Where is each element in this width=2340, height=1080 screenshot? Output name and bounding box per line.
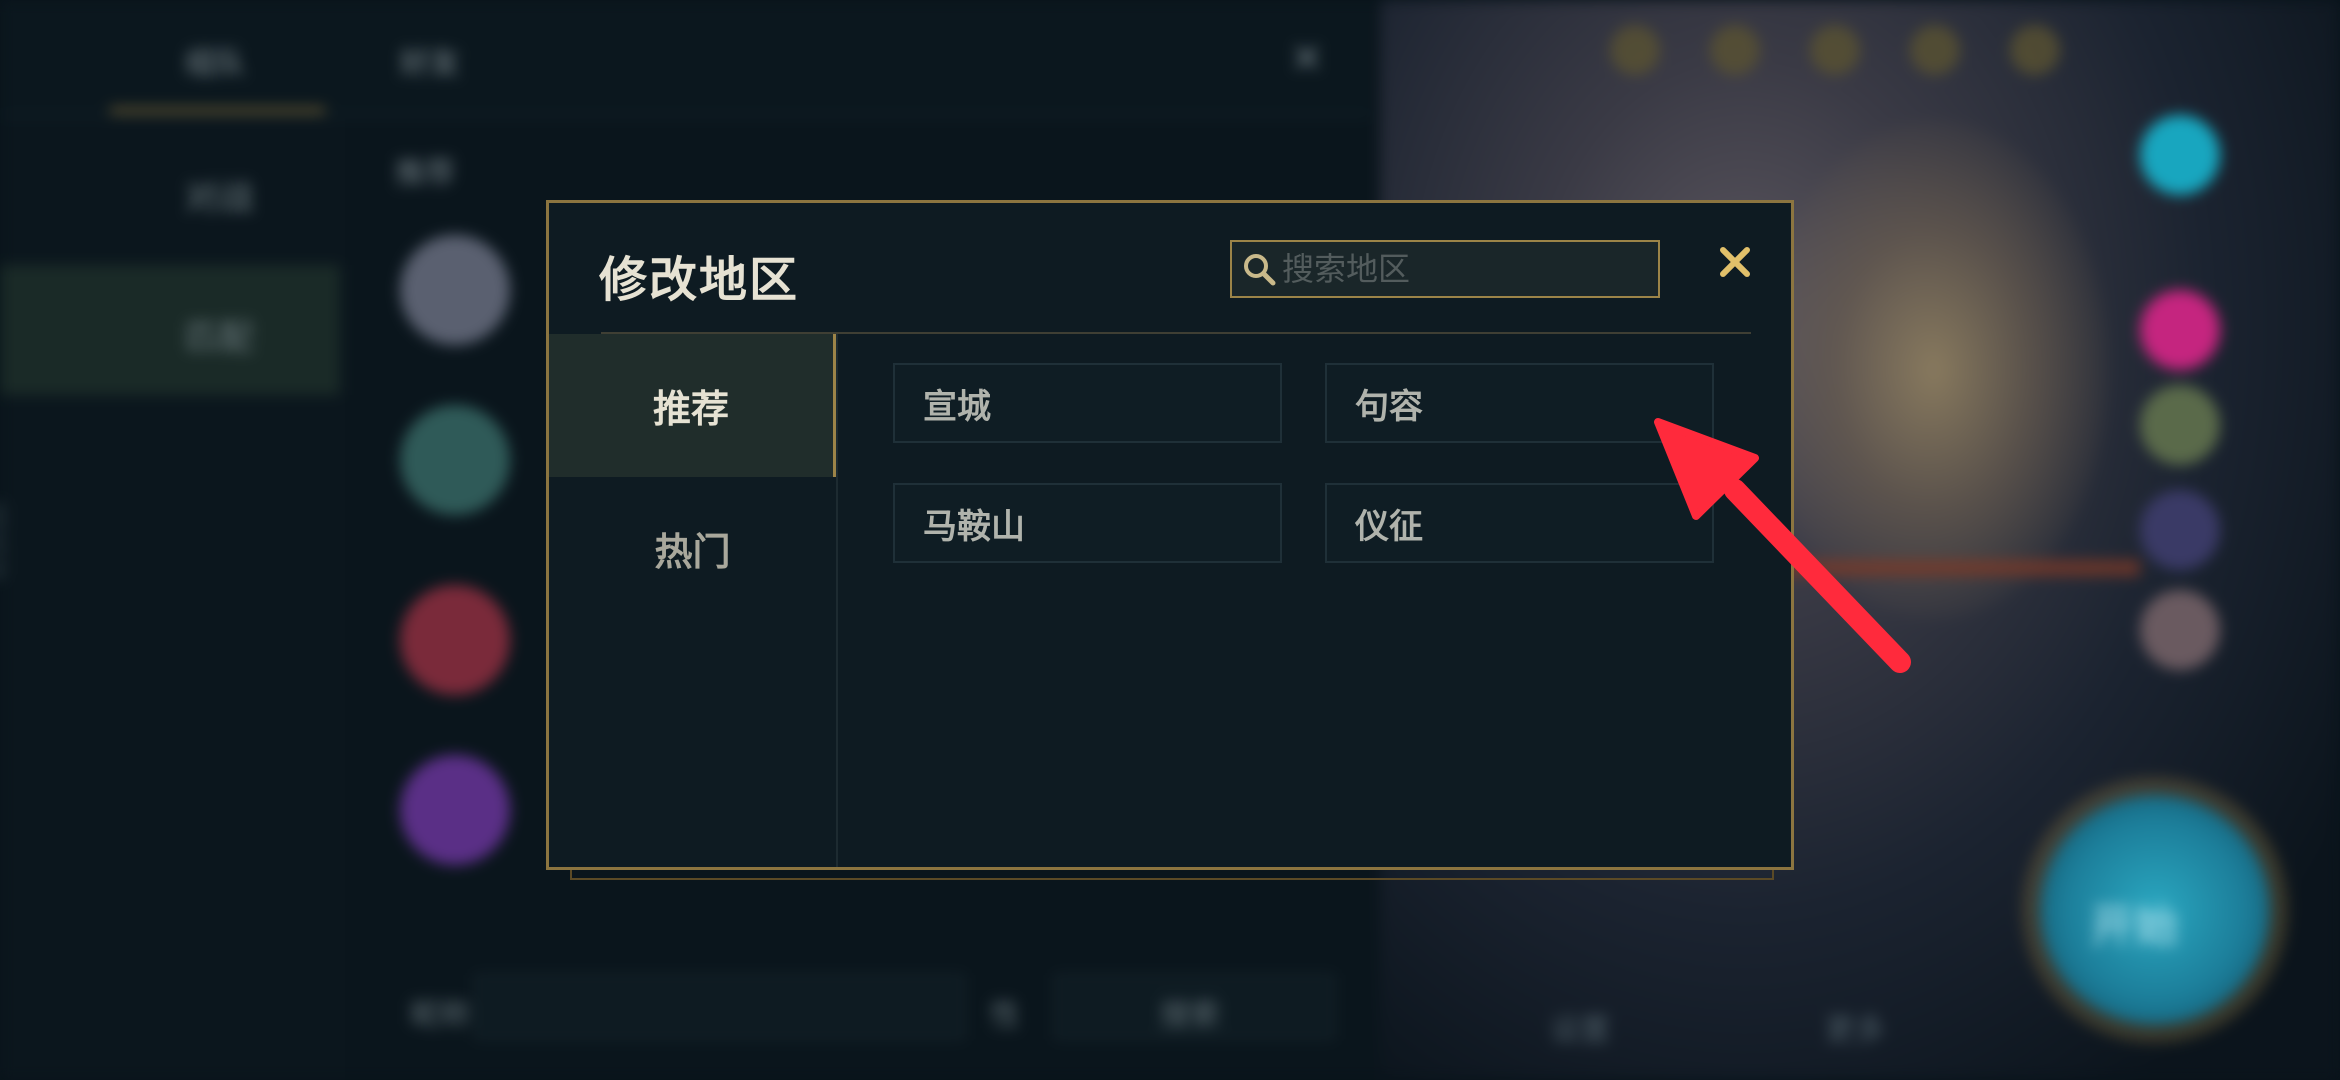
background-top-icon — [1610, 25, 1660, 75]
background-bottom-text: 更多 — [1825, 1013, 1885, 1048]
region-search-input[interactable] — [1276, 250, 1687, 288]
background-tab-underline — [110, 108, 325, 113]
background-top-icon — [2010, 25, 2060, 75]
category-tab-recommended[interactable]: 推荐 — [549, 334, 836, 477]
dialog-title: 修改地区 — [599, 252, 800, 308]
background-side-id: 3854536 — [0, 500, 8, 581]
category-tab-popular[interactable]: 热门 — [549, 477, 836, 620]
background-bottom-label: 搜索 — [1160, 998, 1220, 1033]
change-region-dialog: 修改地区 推荐 热门 宣城 句容 马鞍山 仪征 — [546, 200, 1794, 870]
background-sidebar-label: 对战 — [185, 178, 253, 218]
background-avatar — [400, 585, 510, 695]
background-strip — [1780, 560, 2140, 576]
background-bottom-text: 设置 — [1550, 1013, 1610, 1048]
background-avatar — [400, 755, 510, 865]
search-icon — [1242, 249, 1276, 289]
category-panel: 推荐 热门 — [549, 334, 838, 867]
background-side-icon — [2140, 385, 2220, 465]
background-close-icon: ✕ — [1290, 36, 1324, 82]
background-side-icon — [2140, 115, 2220, 195]
background-avatar — [400, 405, 510, 515]
dialog-bottom-lip — [570, 870, 1774, 880]
background-sidebar-highlight — [0, 265, 340, 395]
background-top-icon — [1910, 25, 1960, 75]
background-avatar — [400, 235, 510, 345]
background-sidebar-label: 匹配 — [185, 318, 253, 358]
background-sidebar — [0, 120, 345, 1080]
background-side-icon — [2140, 590, 2220, 670]
background-section-heading: 推荐 — [395, 156, 455, 191]
background-bottom-field — [475, 975, 964, 1039]
region-option[interactable]: 仪征 — [1325, 483, 1714, 563]
background-bottom-label: 性 — [990, 998, 1020, 1033]
background-side-icon — [2140, 290, 2220, 370]
background-start-label: 开始 — [2090, 901, 2178, 952]
background-bottom-label: 昵称 — [410, 998, 470, 1033]
region-option[interactable]: 马鞍山 — [893, 483, 1282, 563]
background-hero-glow — [1760, 120, 2110, 620]
background-side-icon — [2140, 490, 2220, 570]
region-option[interactable]: 句容 — [1325, 363, 1714, 443]
background-tab-team: 组队 — [185, 46, 245, 81]
background-tab-friends: 好友 — [400, 46, 460, 81]
region-search-box[interactable] — [1230, 240, 1687, 298]
close-icon — [1717, 244, 1753, 284]
region-option[interactable]: 宣城 — [893, 363, 1282, 443]
close-button[interactable] — [1707, 236, 1763, 292]
background-top-icon — [1810, 25, 1860, 75]
background-top-icon — [1710, 25, 1760, 75]
